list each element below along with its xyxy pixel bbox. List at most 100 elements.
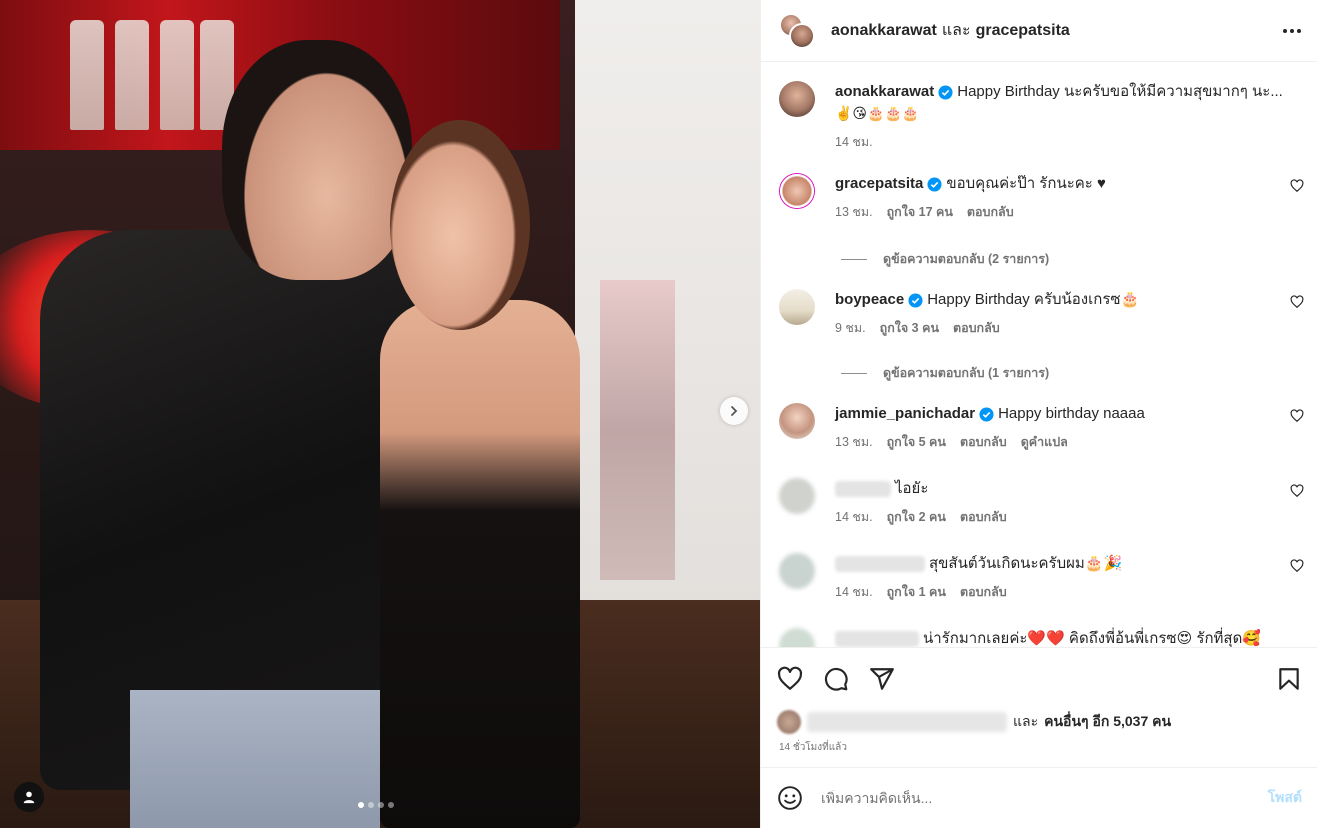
emoji-icon[interactable] xyxy=(777,785,803,811)
comment-time: 13 ชม. xyxy=(835,435,873,449)
comment-time: 13 ชม. xyxy=(835,205,873,219)
view-replies-button[interactable]: ดูข้อความตอบกลับ (2 รายการ) xyxy=(841,249,1049,269)
comment-likes[interactable]: ถูกใจ 5 คน xyxy=(887,432,946,452)
comment-body: boypeace Happy Birthday ครับน้องเกรซ🎂 9 … xyxy=(835,289,1274,338)
avatar[interactable] xyxy=(779,478,815,514)
view-replies-label: ดูข้อความตอบกลับ (2 รายการ) xyxy=(883,252,1050,266)
caption-line: aonakkarawat Happy Birthday นะครับขอให้ม… xyxy=(835,81,1283,103)
comment-body: ไอยัะ 14 ชม. ถูกใจ 2 คน ตอบกลับ xyxy=(835,478,1274,527)
user-icon xyxy=(23,791,35,804)
hidden-liker-name xyxy=(807,712,1007,732)
more-options-button[interactable] xyxy=(1283,28,1301,33)
comment-username[interactable]: gracepatsita xyxy=(835,173,923,195)
caption-username[interactable]: aonakkarawat xyxy=(835,81,934,103)
reply-button[interactable]: ตอบกลับ xyxy=(967,202,1014,222)
comment-body: gracepatsita ขอบคุณค่ะป๊า รักนะคะ ♥ 13 ช… xyxy=(835,173,1274,222)
avatar[interactable] xyxy=(779,553,815,589)
comment-line: น่ารักมากเลยค่ะ❤️❤️ คิดถึงพี่อ้นพี่เกรซ😍… xyxy=(835,628,1274,647)
comment-line: boypeace Happy Birthday ครับน้องเกรซ🎂 xyxy=(835,289,1274,311)
avatar xyxy=(789,22,815,49)
likes-summary[interactable]: และ คนอื่นๆ อีก 5,037 คน xyxy=(777,710,1171,734)
comment-username[interactable]: jammie_panichadar xyxy=(835,403,975,425)
post-authors: aonakkarawat และ gracepatsita xyxy=(831,18,1070,43)
comment-likes[interactable]: ถูกใจ 17 คน xyxy=(887,202,953,222)
view-replies-label: ดูข้อความตอบกลับ (1 รายการ) xyxy=(883,366,1050,380)
likes-count[interactable]: คนอื่นๆ อีก 5,037 คน xyxy=(1044,711,1171,733)
verified-badge-icon xyxy=(979,406,994,422)
caption-emoji-line: ✌️😘🎂🎂🎂 xyxy=(835,106,920,122)
like-comment-heart-icon[interactable] xyxy=(1290,295,1304,309)
reply-button[interactable]: ตอบกลับ xyxy=(960,582,1007,602)
post-photo[interactable] xyxy=(0,0,760,828)
comment-line: jammie_panichadar Happy birthday naaaa xyxy=(835,403,1274,425)
like-comment-heart-icon[interactable] xyxy=(1290,484,1304,498)
comments-list[interactable]: aonakkarawat Happy Birthday นะครับขอให้ม… xyxy=(761,63,1317,647)
post-timestamp: 14 ชั่วโมงที่แล้ว xyxy=(779,742,847,753)
avatar[interactable] xyxy=(779,628,815,647)
likes-prefix: และ xyxy=(1013,713,1039,729)
post-modal: aonakkarawat และ gracepatsita aonakkaraw… xyxy=(0,0,1317,828)
comment-text: Happy birthday naaaa xyxy=(998,405,1145,422)
avatar[interactable] xyxy=(779,81,815,117)
avatar[interactable] xyxy=(779,403,815,439)
comment-time: 9 ชม. xyxy=(835,321,866,335)
avatar[interactable] xyxy=(779,173,815,209)
tagged-users-button[interactable] xyxy=(14,782,44,812)
comment-username[interactable]: boypeace xyxy=(835,289,904,311)
comment-body: jammie_panichadar Happy birthday naaaa 1… xyxy=(835,403,1274,452)
comment-meta: 14 ชม. ถูกใจ 2 คน ตอบกลับ xyxy=(835,507,1274,527)
caption-text: Happy Birthday นะครับขอให้มีความสุขมากๆ … xyxy=(957,83,1283,100)
avatar[interactable] xyxy=(779,289,815,325)
caption-body: aonakkarawat Happy Birthday นะครับขอให้ม… xyxy=(835,81,1283,152)
carousel-dot xyxy=(378,802,384,808)
photo-bottle xyxy=(160,20,194,130)
post-header: aonakkarawat และ gracepatsita xyxy=(761,0,1317,62)
photo-woman-body xyxy=(380,300,580,828)
comment-bubble-icon[interactable] xyxy=(823,666,849,692)
reply-button[interactable]: ตอบกลับ xyxy=(960,432,1007,452)
comment-line: ไอยัะ xyxy=(835,478,1274,500)
comment-input[interactable] xyxy=(821,790,1268,806)
comment-meta: 13 ชม. ถูกใจ 17 คน ตอบกลับ xyxy=(835,202,1274,222)
photo-bottle xyxy=(115,20,149,130)
author-link[interactable]: aonakkarawat xyxy=(831,22,937,40)
reply-button[interactable]: ตอบกลับ xyxy=(960,507,1007,527)
chevron-right-icon xyxy=(731,406,738,416)
share-send-icon[interactable] xyxy=(869,666,895,692)
verified-badge-icon xyxy=(908,292,923,308)
action-bar xyxy=(777,666,1302,692)
comment-body: น่ารักมากเลยค่ะ❤️❤️ คิดถึงพี่อ้นพี่เกรซ😍… xyxy=(835,628,1274,647)
comment-text: ขอบคุณค่ะป๊า รักนะคะ ♥ xyxy=(946,175,1106,192)
carousel-next-button[interactable] xyxy=(720,397,748,425)
author-link[interactable]: gracepatsita xyxy=(976,22,1070,40)
like-comment-heart-icon[interactable] xyxy=(1290,409,1304,423)
hidden-username xyxy=(835,631,919,647)
comment-text: สุขสันต์วันเกิดนะครับผม🎂🎉 xyxy=(929,555,1123,572)
save-bookmark-icon[interactable] xyxy=(1276,666,1302,692)
like-heart-icon[interactable] xyxy=(777,666,803,692)
hidden-username xyxy=(835,556,925,572)
verified-badge-icon xyxy=(927,176,942,192)
comment-likes[interactable]: ถูกใจ 1 คน xyxy=(887,582,946,602)
divider xyxy=(841,258,867,260)
comment-likes[interactable]: ถูกใจ 3 คน xyxy=(880,318,939,338)
carousel-dot-active xyxy=(358,802,364,808)
comment-line: gracepatsita ขอบคุณค่ะป๊า รักนะคะ ♥ xyxy=(835,173,1274,195)
photo-man-jeans xyxy=(130,690,380,828)
photo-bottle xyxy=(70,20,104,130)
photo-man-head xyxy=(222,40,412,280)
comment-body: สุขสันต์วันเกิดนะครับผม🎂🎉 14 ชม. ถูกใจ 1… xyxy=(835,553,1274,602)
more-icon-dot xyxy=(1297,28,1301,33)
view-replies-button[interactable]: ดูข้อความตอบกลับ (1 รายการ) xyxy=(841,363,1049,383)
like-comment-heart-icon[interactable] xyxy=(1290,179,1304,193)
photo-woman-head xyxy=(390,120,530,330)
translate-button[interactable]: ดูคำแปล xyxy=(1021,432,1068,452)
comment-meta: 13 ชม. ถูกใจ 5 คน ตอบกลับ ดูคำแปล xyxy=(835,432,1274,452)
like-comment-heart-icon[interactable] xyxy=(1290,559,1304,573)
post-comment-button[interactable]: โพสต์ xyxy=(1268,787,1302,809)
hidden-username xyxy=(835,481,891,497)
reply-button[interactable]: ตอบกลับ xyxy=(953,318,1000,338)
comment-likes[interactable]: ถูกใจ 2 คน xyxy=(887,507,946,527)
collab-avatars[interactable] xyxy=(779,12,815,49)
post-panel: aonakkarawat และ gracepatsita aonakkaraw… xyxy=(760,0,1317,828)
